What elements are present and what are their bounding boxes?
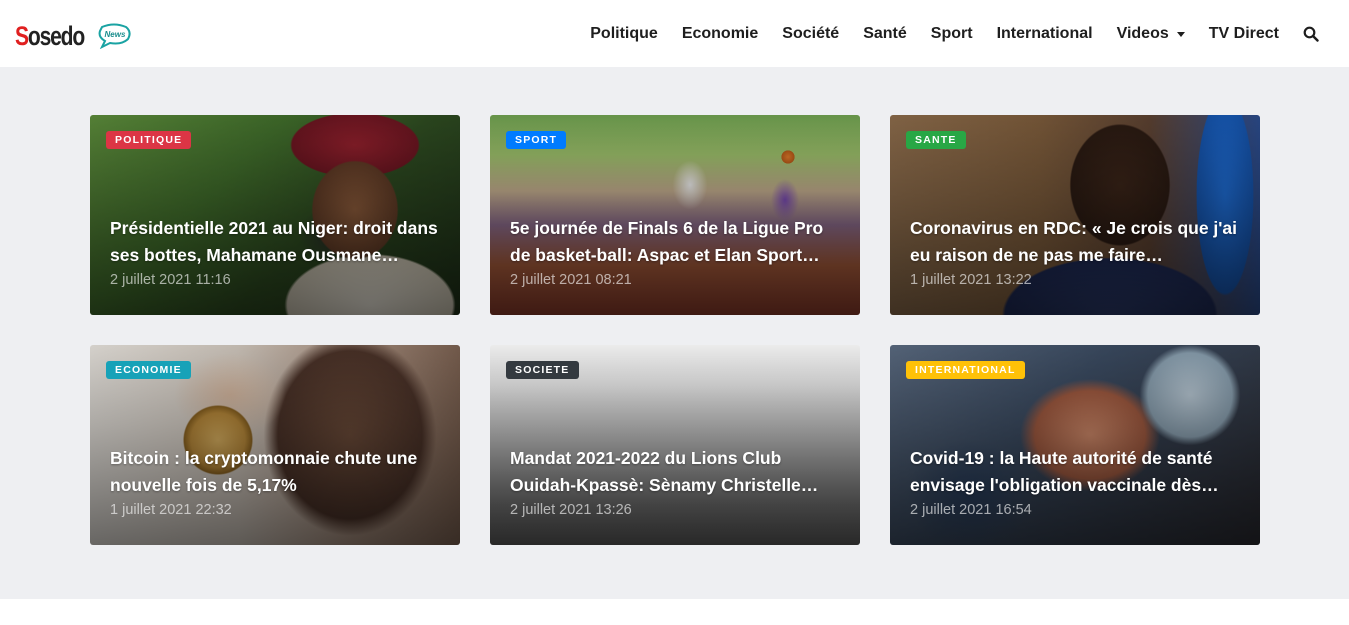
- article-date: 2 juillet 2021 16:54: [910, 502, 1032, 518]
- chevron-down-icon: [1176, 31, 1185, 37]
- main-nav: Politique Economie Société Santé Sport I…: [566, 0, 1319, 67]
- news-bubble-icon: News: [96, 23, 132, 50]
- article-date: 1 juillet 2021 22:32: [110, 502, 232, 518]
- article-card[interactable]: POLITIQUE Présidentielle 2021 au Niger: …: [90, 115, 460, 315]
- article-date: 2 juillet 2021 13:26: [510, 502, 632, 518]
- category-badge[interactable]: SOCIETE: [506, 361, 579, 379]
- article-card[interactable]: INTERNATIONAL Covid-19 : la Haute autori…: [890, 345, 1260, 545]
- article-card[interactable]: SPORT 5e journée de Finals 6 de la Ligue…: [490, 115, 860, 315]
- nav-international[interactable]: International: [997, 25, 1093, 43]
- nav-videos-dropdown[interactable]: Videos: [1117, 25, 1185, 43]
- article-title[interactable]: Covid-19 : la Haute autorité de santé en…: [910, 445, 1240, 499]
- article-date: 1 juillet 2021 13:22: [910, 272, 1032, 288]
- nav-societe[interactable]: Société: [782, 25, 839, 43]
- category-badge[interactable]: SANTE: [906, 131, 966, 149]
- nav-politique[interactable]: Politique: [590, 25, 658, 43]
- nav-sante[interactable]: Santé: [863, 25, 907, 43]
- article-date: 2 juillet 2021 08:21: [510, 272, 632, 288]
- category-badge[interactable]: INTERNATIONAL: [906, 361, 1025, 379]
- article-title[interactable]: Mandat 2021-2022 du Lions Club Ouidah-Kp…: [510, 445, 840, 499]
- site-logo[interactable]: Sosedo News: [15, 20, 132, 52]
- category-badge[interactable]: POLITIQUE: [106, 131, 192, 149]
- article-card[interactable]: ECONOMIE Bitcoin : la cryptomonnaie chut…: [90, 345, 460, 545]
- nav-sport[interactable]: Sport: [931, 25, 973, 43]
- article-title[interactable]: Bitcoin : la cryptomonnaie chute une nou…: [110, 445, 440, 499]
- nav-economie[interactable]: Economie: [682, 25, 758, 43]
- article-title[interactable]: Présidentielle 2021 au Niger: droit dans…: [110, 215, 440, 269]
- nav-videos-label: Videos: [1116, 24, 1169, 42]
- category-badge[interactable]: SPORT: [506, 131, 567, 149]
- category-badge[interactable]: ECONOMIE: [106, 361, 191, 379]
- article-card[interactable]: SANTE Coronavirus en RDC: « Je crois que…: [890, 115, 1260, 315]
- article-title[interactable]: 5e journée de Finals 6 de la Ligue Pro d…: [510, 215, 840, 269]
- article-card[interactable]: SOCIETE Mandat 2021-2022 du Lions Club O…: [490, 345, 860, 545]
- logo-wordmark: Sosedo: [15, 20, 85, 51]
- featured-section: POLITIQUE Présidentielle 2021 au Niger: …: [0, 67, 1349, 599]
- search-icon[interactable]: [1303, 26, 1319, 42]
- article-title[interactable]: Coronavirus en RDC: « Je crois que j'ai …: [910, 215, 1240, 269]
- article-date: 2 juillet 2021 11:16: [110, 272, 231, 288]
- top-navbar: Sosedo News Politique Economie Société S…: [0, 0, 1349, 67]
- nav-tv-direct[interactable]: TV Direct: [1209, 25, 1279, 43]
